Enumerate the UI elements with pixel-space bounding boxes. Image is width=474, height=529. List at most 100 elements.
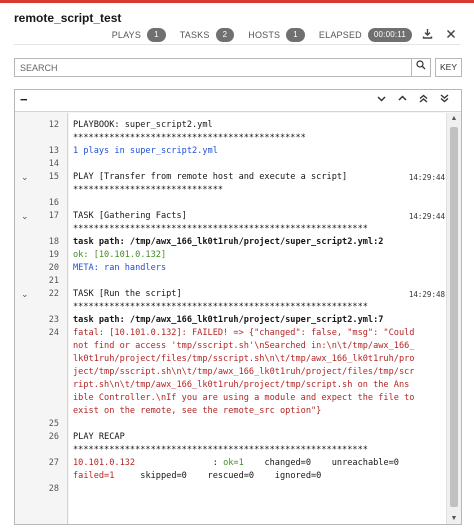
recap-host: 10.101.0.132 bbox=[73, 458, 136, 468]
log-line-text: ject/tmp/sscript.sh\n\t/tmp/awx_166_lk0t… bbox=[73, 367, 415, 377]
header-divider bbox=[14, 44, 460, 45]
log-line-text: TASK [Gathering Facts] bbox=[73, 211, 187, 221]
line-number: 28 bbox=[48, 484, 59, 494]
log-line-text: lk0t1ruh/project/files/tmp/sscript.sh\n\… bbox=[73, 354, 415, 364]
close-icon-graphic bbox=[446, 29, 456, 39]
log-line: 18 task path: /tmp/awx_166_lk0t1ruh/proje… bbox=[15, 236, 461, 249]
search-input[interactable] bbox=[14, 58, 411, 77]
recap-other-counts: skipped=0 rescued=0 ignored=0 bbox=[114, 471, 322, 481]
log-line-text: PLAYBOOK: super_script2.yml bbox=[73, 120, 213, 130]
log-line: 19 ok: [10.101.0.132] bbox=[15, 249, 461, 262]
search-button[interactable] bbox=[411, 58, 431, 77]
log-line-text: task path: /tmp/awx_166_lk0t1ruh/project… bbox=[73, 315, 384, 325]
log-line: 23 task path: /tmp/awx_166_lk0t1ruh/proje… bbox=[15, 314, 461, 327]
line-number: 18 bbox=[48, 237, 59, 247]
elapsed-label: ELAPSED bbox=[318, 29, 362, 40]
log-line: 14 bbox=[15, 158, 461, 171]
log-line: ript.sh\n\t/tmp/awx_166_lk0t1ruh/project… bbox=[15, 379, 461, 392]
line-number: 15 bbox=[48, 172, 59, 182]
log-line: ⌄ 17 TASK [Gathering Facts] 14:29:44 bbox=[15, 210, 461, 223]
line-number: 12 bbox=[48, 120, 59, 130]
output-navigation bbox=[371, 94, 455, 105]
recap-failed-count: failed=1 bbox=[73, 471, 115, 481]
log-line-text: META: ran handlers bbox=[73, 263, 167, 273]
collapse-section-chevron-icon[interactable]: ⌄ bbox=[21, 171, 29, 184]
log-line-text: TASK [Run the script] bbox=[73, 289, 182, 299]
task-timestamp: 14:29:44 bbox=[405, 171, 445, 184]
line-number: 24 bbox=[48, 328, 59, 338]
log-line: ⌄ 15 PLAY [Transfer from remote host and e… bbox=[15, 171, 461, 184]
line-number: 16 bbox=[48, 198, 59, 208]
collapse-section-chevron-icon[interactable]: ⌄ bbox=[21, 210, 29, 223]
log-line: 26 PLAY RECAP bbox=[15, 431, 461, 444]
log-line-text: ****************************************… bbox=[73, 133, 306, 143]
scrollbar-thumb[interactable] bbox=[450, 127, 458, 507]
output-panel: − 12 PLAYBOOK: super_script2.yml ******** bbox=[14, 89, 462, 525]
log-line: ⌄ 22 TASK [Run the script] 14:29:48 bbox=[15, 288, 461, 301]
line-number: 27 bbox=[48, 458, 59, 468]
log-line: lk0t1ruh/project/files/tmp/sscript.sh\n\… bbox=[15, 353, 461, 366]
log-line: ****************************************… bbox=[15, 223, 461, 236]
log-line-text: failed=1 skipped=0 rescued=0 ignored=0 bbox=[73, 470, 447, 483]
line-number: 17 bbox=[48, 211, 59, 221]
vertical-scrollbar[interactable]: ▲ ▼ bbox=[446, 113, 461, 524]
job-title: remote_script_test bbox=[14, 11, 122, 25]
tasks-label: TASKS bbox=[179, 29, 210, 40]
task-timestamp: 14:29:48 bbox=[405, 288, 445, 301]
download-icon[interactable] bbox=[418, 28, 436, 42]
job-output-window: remote_script_test PLAYS 1 TASKS 2 HOSTS… bbox=[0, 0, 474, 529]
collapse-section-chevron-icon[interactable]: ⌄ bbox=[21, 288, 29, 301]
log-line-text: ****************************************… bbox=[73, 224, 368, 234]
scroll-up-button[interactable] bbox=[392, 94, 413, 105]
log-line: ible Controller.\nIf you are using a mod… bbox=[15, 392, 461, 405]
log-line: 20 META: ran handlers bbox=[15, 262, 461, 275]
log-line-text: task path: /tmp/awx_166_lk0t1ruh/project… bbox=[73, 237, 384, 247]
task-timestamp: 14:29:44 bbox=[405, 210, 445, 223]
log-line-text: PLAY RECAP bbox=[73, 432, 125, 442]
recap-ok-count: ok=1 bbox=[223, 458, 244, 468]
double-chevron-down-icon bbox=[440, 94, 449, 103]
close-icon[interactable] bbox=[442, 27, 460, 42]
line-number: 20 bbox=[48, 263, 59, 273]
hosts-label: HOSTS bbox=[248, 29, 281, 40]
log-line: 13 1 plays in super_script2.yml bbox=[15, 145, 461, 158]
log-line-text: 10.101.0.132 : ok=1 changed=0 unreachabl… bbox=[73, 457, 447, 470]
log-line-text: not find or access 'tmp/sscript.sh'\nSea… bbox=[73, 341, 415, 351]
recap-changed-unreachable: changed=0 unreachable=0 bbox=[243, 458, 399, 468]
log-line: failed=1 skipped=0 rescued=0 ignored=0 bbox=[15, 470, 461, 483]
recap-separator: : bbox=[135, 458, 224, 468]
scroll-to-top-button[interactable] bbox=[413, 94, 434, 105]
log-line-text: ***************************** bbox=[73, 185, 224, 195]
log-line-text: ****************************************… bbox=[73, 445, 368, 455]
log-line-text: ript.sh\n\t/tmp/awx_166_lk0t1ruh/project… bbox=[73, 380, 410, 390]
plays-count-badge: 1 bbox=[147, 27, 166, 42]
log-line: 28 bbox=[15, 483, 461, 496]
log-line: not find or access 'tmp/sscript.sh'\nSea… bbox=[15, 340, 461, 353]
log-line-text: 1 plays in super_script2.yml bbox=[73, 146, 218, 156]
log-output[interactable]: 12 PLAYBOOK: super_script2.yml ***********… bbox=[15, 113, 461, 524]
log-line: 27 10.101.0.132 : ok=1 changed=0 unreacha… bbox=[15, 457, 461, 470]
log-line: 12 PLAYBOOK: super_script2.yml bbox=[15, 119, 461, 132]
chevron-down-icon bbox=[377, 96, 386, 102]
download-icon-graphic bbox=[422, 28, 432, 39]
log-line: ****************************************… bbox=[15, 132, 461, 145]
tasks-count-badge: 2 bbox=[215, 27, 235, 42]
scroll-down-button[interactable] bbox=[371, 94, 392, 105]
key-button[interactable]: KEY bbox=[435, 58, 462, 77]
job-stats: PLAYS 1 TASKS 2 HOSTS 1 ELAPSED 00:00:11 bbox=[98, 27, 460, 42]
scroll-to-bottom-button[interactable] bbox=[434, 94, 455, 105]
log-line-text: ible Controller.\nIf you are using a mod… bbox=[73, 393, 415, 403]
search-bar: KEY bbox=[14, 58, 462, 77]
log-line: ject/tmp/sscript.sh\n\t/tmp/awx_166_lk0t… bbox=[15, 366, 461, 379]
line-number: 19 bbox=[48, 250, 59, 260]
collapse-all-button[interactable]: − bbox=[20, 92, 28, 107]
scrollbar-up-arrow-icon[interactable]: ▲ bbox=[447, 115, 461, 122]
log-line-text: ****************************************… bbox=[73, 302, 368, 312]
scrollbar-down-arrow-icon[interactable]: ▼ bbox=[447, 515, 461, 522]
line-number: 26 bbox=[48, 432, 59, 442]
log-line-text: ok: [10.101.0.132] bbox=[73, 250, 167, 260]
line-number: 22 bbox=[48, 289, 59, 299]
output-toolbar: − bbox=[15, 90, 461, 112]
log-line-text: fatal: [10.101.0.132]: FAILED! => {"chan… bbox=[73, 328, 415, 338]
log-line-text: exist on the remote, see the remote_src … bbox=[73, 406, 322, 416]
